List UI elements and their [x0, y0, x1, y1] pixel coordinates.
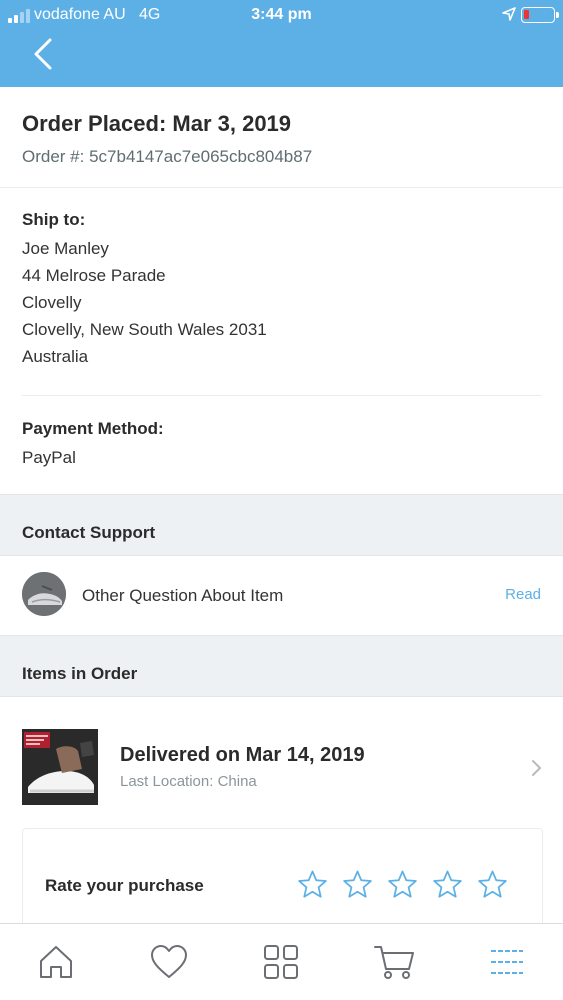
chevron-right-icon[interactable]	[531, 758, 543, 778]
order-item-row[interactable]: Delivered on Mar 14, 2019 Last Location:…	[0, 725, 563, 810]
delivery-status: Delivered on Mar 14, 2019	[120, 744, 365, 766]
star-icon[interactable]	[297, 869, 328, 900]
home-icon	[40, 946, 73, 978]
order-placed-title: Order Placed: Mar 3, 2019	[22, 111, 292, 136]
tab-home[interactable]	[0, 924, 113, 1000]
order-number: Order #: 5c7b4147ac7e065cbc804b87	[22, 147, 313, 166]
payment-method-value: PayPal	[22, 448, 76, 467]
back-arrow-icon[interactable]	[28, 36, 60, 72]
tab-menu[interactable]	[450, 924, 563, 1000]
star-rating[interactable]	[297, 869, 508, 900]
cart-icon	[374, 946, 415, 979]
contact-support-heading: Contact Support	[22, 523, 156, 542]
menu-icon	[490, 950, 523, 974]
shipping-address: Ship to: Joe Manley 44 Melrose Parade Cl…	[22, 210, 542, 370]
header-bar: vodafone AU 4G 3:44 pm	[0, 0, 563, 87]
address-line: Joe Manley	[22, 239, 109, 258]
tab-cart[interactable]	[338, 924, 451, 1000]
address-line: Australia	[22, 347, 89, 366]
product-thumbnail	[22, 729, 98, 805]
support-question-row[interactable]: Other Question About Item Read	[0, 556, 563, 635]
address-line: 44 Melrose Parade	[22, 266, 166, 285]
contact-support-header: Contact Support	[0, 494, 563, 556]
address-line: Clovelly	[22, 293, 82, 312]
star-icon[interactable]	[432, 869, 463, 900]
clock: 3:44 pm	[251, 6, 312, 23]
tab-wishlist[interactable]	[113, 924, 226, 1000]
items-in-order-heading: Items in Order	[22, 664, 138, 683]
bottom-tab-bar	[0, 923, 563, 1000]
last-location: Last Location: China	[120, 773, 257, 790]
ship-to-label: Ship to:	[22, 210, 86, 229]
star-icon[interactable]	[387, 869, 418, 900]
item-avatar	[22, 572, 66, 616]
rate-purchase-label: Rate your purchase	[45, 876, 204, 895]
status-bar: vodafone AU 4G 3:44 pm	[0, 0, 563, 30]
location-arrow-icon	[502, 7, 516, 21]
star-icon[interactable]	[342, 869, 373, 900]
payment-method-label: Payment Method:	[22, 419, 164, 438]
read-link[interactable]: Read	[505, 586, 541, 603]
grid-icon	[264, 945, 299, 979]
order-summary: Order Placed: Mar 3, 2019 Order #: 5c7b4…	[0, 87, 563, 188]
heart-icon	[150, 945, 187, 978]
divider	[22, 395, 542, 396]
battery-icon	[521, 7, 559, 23]
address-line: Clovelly, New South Wales 2031	[22, 320, 267, 339]
payment-method: Payment Method: PayPal	[22, 419, 164, 471]
tab-browse[interactable]	[225, 924, 338, 1000]
items-in-order-header: Items in Order	[0, 635, 563, 697]
star-icon[interactable]	[477, 869, 508, 900]
support-question-label: Other Question About Item	[82, 586, 284, 605]
